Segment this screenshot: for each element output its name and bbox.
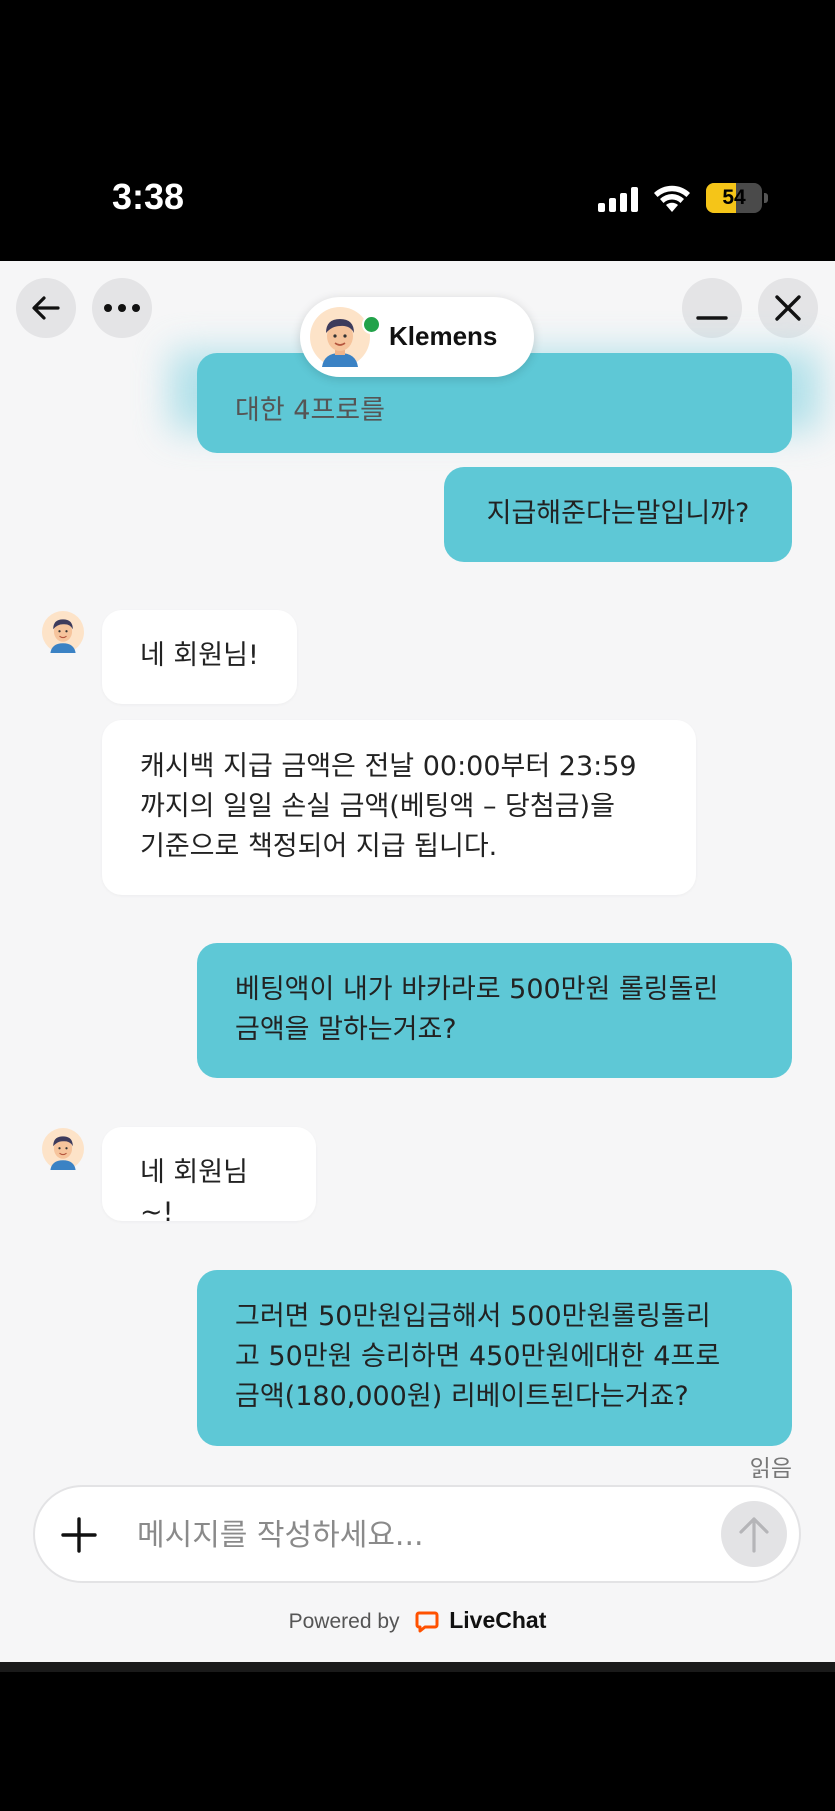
minimize-icon [696,316,728,320]
battery-icon: 54 [706,183,762,213]
home-indicator-area [0,1662,835,1811]
read-receipt: 읽음 [749,1456,792,1482]
message-agent: 캐시백 지급 금액은 전날 00:00부터 23:59 까지의 일일 손실 금액… [102,720,696,895]
message-input[interactable] [135,1511,699,1559]
livechat-brand: LiveChat [449,1607,547,1633]
status-time: 3:38 [112,176,185,217]
battery-cap [764,193,768,203]
back-button[interactable] [16,278,76,338]
wifi-icon [654,185,690,212]
powered-by-label: Powered by [288,1610,400,1633]
online-status-dot [362,315,381,334]
chat-window: Klemens 대한 4프로를 지급해준다는말입니까? 네 회원님! 캐시백 지… [0,261,835,1662]
avatar [310,307,381,367]
message-visitor: 그러면 50만원입금해서 500만원롤링돌리 고 50만원 승리하면 450만원… [197,1270,792,1446]
status-bar: 3:38 54 [0,0,835,261]
close-button[interactable] [758,278,818,338]
livechat-logo-icon [415,1611,439,1633]
send-button[interactable] [721,1501,787,1567]
more-options-button[interactable] [92,278,152,338]
agent-name: Klemens [389,321,498,351]
divider [0,1662,835,1672]
message-agent: 네 회원님~! [102,1127,316,1228]
agent-avatar-icon [42,1128,84,1170]
plus-icon[interactable] [61,1517,97,1553]
agent-header[interactable]: Klemens [300,297,534,377]
signal-icon [598,186,640,212]
powered-by-footer[interactable]: Powered by LiveChat [0,1607,835,1634]
arrow-up-icon [739,1517,769,1553]
message-visitor: 베팅액이 내가 바카라로 500만원 롤링돌린 금액을 말하는거죠? [197,943,792,1078]
agent-avatar-icon [310,307,370,367]
message-visitor: 지급해준다는말입니까? [444,467,792,562]
minimize-button[interactable] [682,278,742,338]
message-composer [33,1485,801,1583]
battery-percent: 54 [722,186,746,209]
more-horizontal-icon [104,304,140,312]
message-agent: 네 회원님! [102,610,297,704]
close-icon [775,295,801,321]
arrow-left-icon [32,296,60,320]
agent-avatar-icon [42,611,84,653]
